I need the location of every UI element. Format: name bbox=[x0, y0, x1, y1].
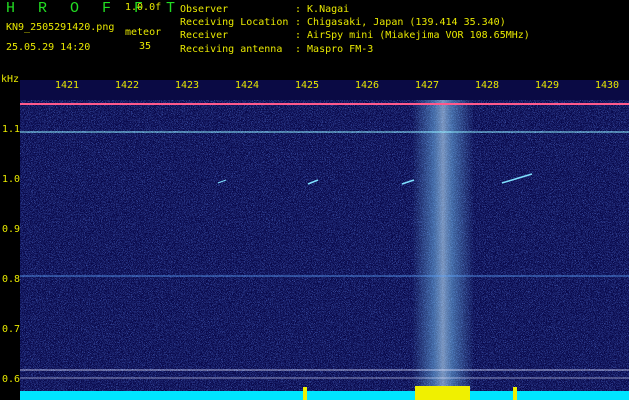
meteor-label: meteor bbox=[125, 27, 162, 38]
y-tick-label: 0.7 bbox=[2, 324, 21, 335]
bottom-power-peak bbox=[513, 387, 517, 400]
x-tick-label: 1426 bbox=[355, 80, 380, 91]
bottom-power-peak bbox=[415, 386, 470, 400]
spectrogram-plot[interactable] bbox=[20, 100, 629, 400]
y-tick-label: 0.9 bbox=[2, 224, 21, 235]
info-row-receiver: Receiver : AirSpy mini (Miakejima VOR 108… bbox=[180, 29, 530, 42]
x-tick-label: 1429 bbox=[535, 80, 560, 91]
info-value: : Chigasaki, Japan (139.414 35.340) bbox=[295, 17, 506, 29]
file-name: KN9_2505291420.png bbox=[6, 22, 115, 33]
noise-field bbox=[20, 100, 629, 400]
axis-unit-label: kHz bbox=[1, 74, 20, 85]
y-tick-label: 0.8 bbox=[2, 274, 21, 285]
x-tick-label: 1421 bbox=[55, 80, 80, 91]
y-tick-label: 1.1 bbox=[2, 124, 21, 135]
x-tick-label: 1423 bbox=[175, 80, 200, 91]
station-info: Observer : K.Nagai Receiving Location : Ch… bbox=[180, 3, 530, 56]
meteor-count: 35 bbox=[139, 41, 152, 52]
info-value: : Maspro FM-3 bbox=[295, 43, 374, 55]
bottom-power-strip bbox=[20, 391, 629, 400]
info-label: Receiving antenna bbox=[180, 43, 283, 55]
x-tick-label: 1425 bbox=[295, 80, 320, 91]
carrier-band bbox=[412, 100, 474, 400]
capture-datetime: 25.05.29 14:20 bbox=[6, 42, 91, 53]
x-tick-label: 1424 bbox=[235, 80, 260, 91]
info-row-observer: Observer : K.Nagai bbox=[180, 3, 530, 16]
app-version: 1.0.0f bbox=[125, 2, 162, 13]
y-tick-label: 0.6 bbox=[2, 374, 21, 385]
info-value: : AirSpy mini (Miakejima VOR 108.65MHz) bbox=[295, 30, 530, 42]
info-value: : K.Nagai bbox=[295, 4, 350, 15]
info-row-location: Receiving Location : Chigasaki, Japan (13… bbox=[180, 16, 530, 29]
bottom-power-peak bbox=[303, 387, 307, 400]
x-tick-label: 1428 bbox=[475, 80, 500, 91]
x-tick-label: 1427 bbox=[415, 80, 440, 91]
frequency-axis: 1421 1422 1423 1424 1425 1426 1427 1428 … bbox=[20, 80, 629, 100]
info-label: Receiver bbox=[180, 30, 229, 42]
x-tick-label: 1422 bbox=[115, 80, 140, 91]
header-panel: H R O F F T 1.0.0f KN9_2505291420.png me… bbox=[0, 0, 629, 80]
info-label: Observer bbox=[180, 4, 229, 15]
y-tick-label: 1.0 bbox=[2, 174, 21, 185]
info-label: Receiving Location bbox=[180, 17, 289, 29]
x-tick-label: 1430 bbox=[595, 80, 620, 91]
power-axis: 1.1 1.0 0.9 0.8 0.7 0.6 bbox=[0, 100, 20, 400]
spectrogram-canvas bbox=[20, 100, 629, 400]
info-row-antenna: Receiving antenna : Maspro FM-3 bbox=[180, 43, 530, 56]
